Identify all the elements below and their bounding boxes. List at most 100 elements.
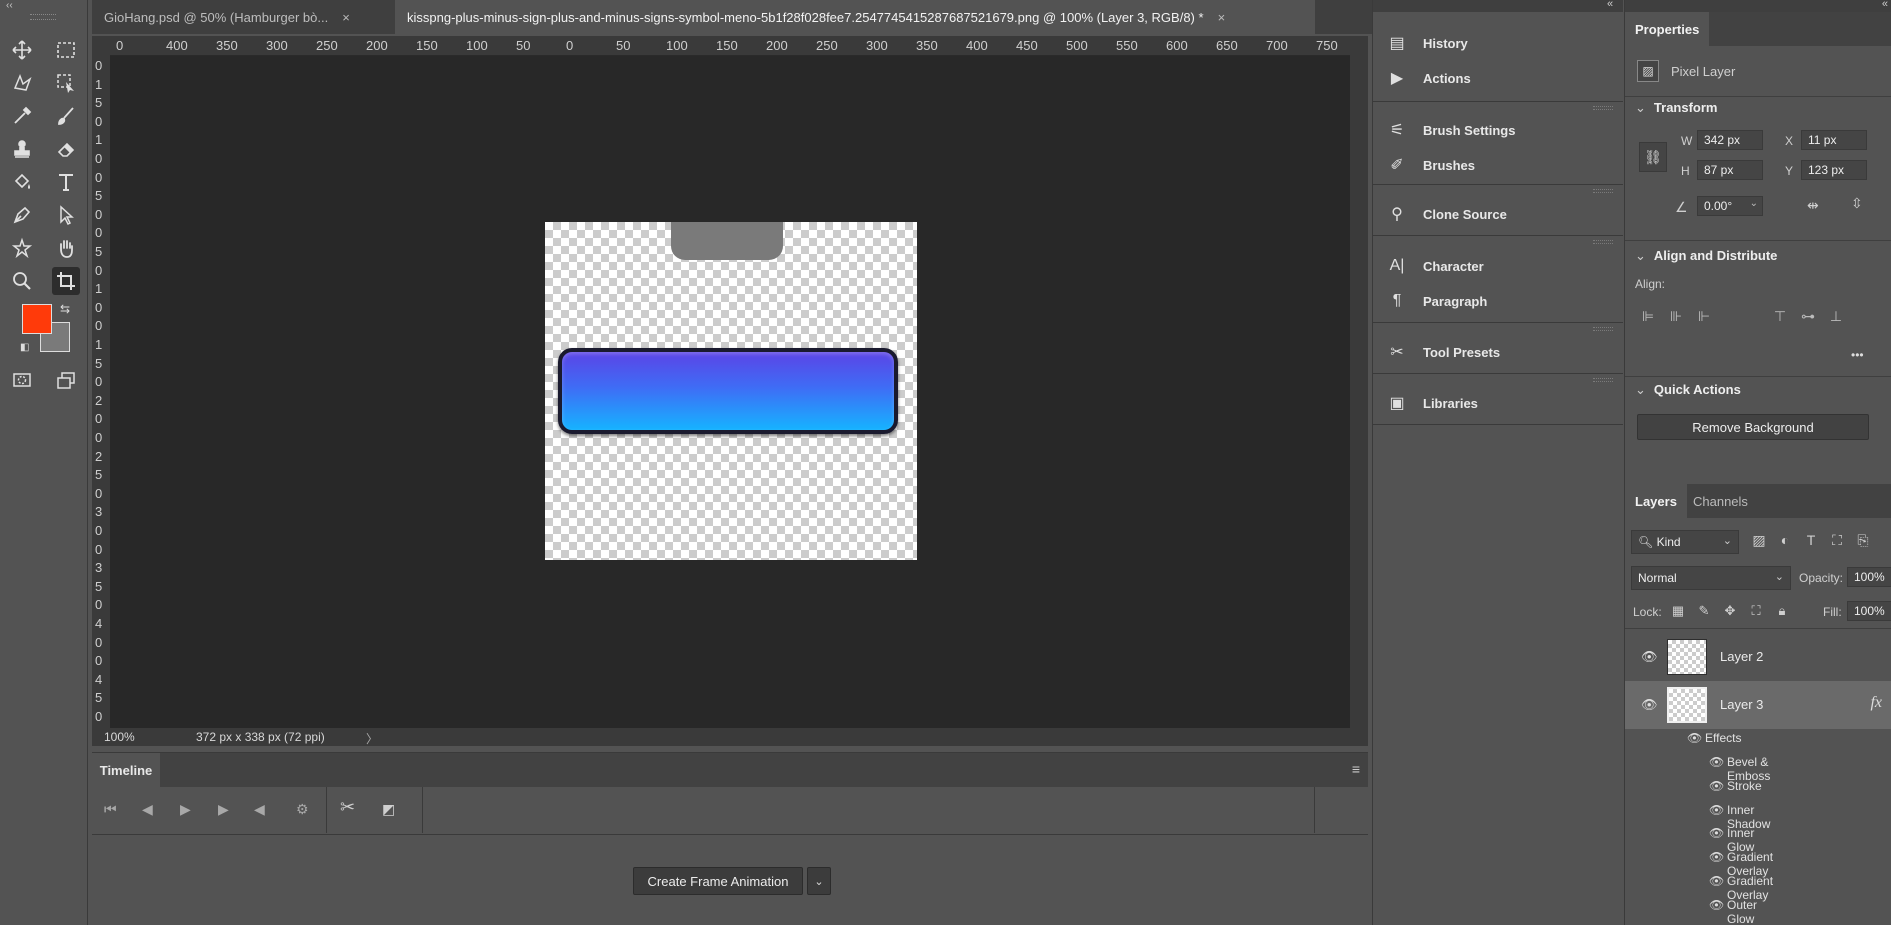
align-right-icon[interactable]: ⊩	[1695, 308, 1713, 326]
y-field[interactable]: 123 px	[1801, 160, 1867, 180]
opacity-field[interactable]: 100%	[1847, 567, 1891, 587]
flip-vertical-icon[interactable]: ⇳	[1851, 195, 1863, 212]
visibility-eye-icon[interactable]: 👁︎	[1709, 874, 1724, 888]
visibility-eye-icon[interactable]: 👁︎	[1709, 826, 1724, 840]
visibility-eye-icon[interactable]: 👁︎	[1709, 803, 1724, 817]
visibility-eye-icon[interactable]: 👁︎	[1641, 697, 1659, 712]
type-tool-icon[interactable]	[52, 168, 80, 196]
close-icon[interactable]: ×	[1218, 10, 1226, 25]
lock-image-icon[interactable]: ✎	[1695, 603, 1713, 621]
pen-tool-icon[interactable]	[8, 201, 36, 229]
clone-stamp-tool-icon[interactable]	[8, 135, 36, 163]
x-field[interactable]: 11 px	[1801, 130, 1867, 150]
quick-mask-icon[interactable]	[8, 366, 36, 394]
create-frame-animation-button[interactable]: Create Frame Animation	[633, 867, 803, 895]
tab-kisspng[interactable]: kisspng-plus-minus-sign-plus-and-minus-s…	[395, 0, 1315, 34]
next-frame-icon[interactable]: ▶︎	[218, 801, 229, 818]
lock-artboard-icon[interactable]: ⛶	[1747, 603, 1765, 621]
status-menu-icon[interactable]: 〉	[366, 730, 378, 747]
dock-item-libraries[interactable]: ▣ Libraries	[1373, 388, 1623, 418]
minus-sign-shape[interactable]	[558, 348, 898, 434]
marquee-tool-icon[interactable]	[52, 36, 80, 64]
move-tool-icon[interactable]	[8, 36, 36, 64]
align-top-icon[interactable]: ⊤	[1771, 308, 1789, 326]
vertical-ruler[interactable]: 0 1 5 0 1 0 0 5 0 0 5 0 1 0 0 1 5 0 2 0 0 2 5 0 3 0 0 3 5 0 4 0 0 4 5 0	[92, 56, 110, 728]
screen-mode-icon[interactable]	[52, 366, 80, 394]
tab-layers[interactable]: Layers	[1625, 484, 1687, 518]
eraser-tool-icon[interactable]	[52, 135, 80, 163]
lock-all-icon[interactable]: 🔒︎	[1773, 603, 1791, 621]
layer-row-layer-3[interactable]: 👁︎ Layer 3 fx	[1625, 681, 1891, 729]
more-icon[interactable]: •••	[1851, 348, 1864, 362]
transition-icon[interactable]: ◩	[382, 801, 395, 818]
filter-adjustment-icon[interactable]: ◐	[1775, 532, 1795, 552]
split-scissors-icon[interactable]: ✂	[340, 797, 355, 818]
default-colors-icon[interactable]: ◧	[20, 342, 29, 353]
layer-2-shape[interactable]	[671, 222, 783, 260]
play-icon[interactable]: ▶︎	[180, 801, 191, 818]
brush-tool-icon[interactable]	[52, 102, 80, 130]
vertical-scrollbar[interactable]	[1350, 36, 1368, 728]
visibility-eye-icon[interactable]: 👁︎	[1709, 755, 1724, 769]
width-field[interactable]: 342 px	[1697, 130, 1763, 150]
quick-actions-title[interactable]: Quick Actions	[1635, 382, 1741, 398]
flip-horizontal-icon[interactable]: ⇹	[1807, 197, 1819, 214]
dock-item-actions[interactable]: ▶ Actions	[1373, 63, 1623, 93]
align-section-title[interactable]: Align and Distribute	[1635, 248, 1778, 264]
align-left-icon[interactable]: ⊫	[1639, 308, 1657, 326]
filter-type-icon[interactable]: T	[1801, 532, 1821, 552]
swap-colors-icon[interactable]: ⇆	[60, 302, 70, 316]
hand-tool-icon[interactable]	[52, 234, 80, 262]
object-selection-tool-icon[interactable]	[52, 69, 80, 97]
audio-icon[interactable]: ◀	[254, 801, 265, 818]
path-selection-tool-icon[interactable]	[52, 201, 80, 229]
chevron-down-icon[interactable]: ⌄	[807, 867, 831, 895]
zoom-level[interactable]: 100%	[104, 730, 135, 744]
dock-item-brush-settings[interactable]: ⚟ Brush Settings	[1373, 115, 1623, 145]
foreground-color-swatch[interactable]	[22, 304, 52, 334]
layer-row-layer-2[interactable]: 👁︎ Layer 2	[1625, 633, 1891, 681]
panel-menu-icon[interactable]: ≡	[1352, 761, 1360, 777]
tab-properties[interactable]: Properties	[1625, 12, 1710, 46]
align-middle-icon[interactable]: ⊶	[1799, 308, 1817, 326]
tab-channels[interactable]: Channels	[1683, 484, 1758, 518]
zoom-tool-icon[interactable]	[8, 267, 36, 295]
document-canvas[interactable]	[545, 222, 917, 560]
dock-item-clone-source[interactable]: ⚲ Clone Source	[1373, 199, 1623, 229]
angle-field[interactable]: 0.00° ⌄	[1697, 196, 1763, 216]
layer-filter-kind[interactable]: 🔍︎ Kind ⌄	[1631, 530, 1739, 554]
filter-smart-object-icon[interactable]: ⎘	[1853, 532, 1873, 552]
remove-background-button[interactable]: Remove Background	[1637, 414, 1869, 440]
link-icon[interactable]: ⛓	[1639, 142, 1667, 172]
horizontal-scrollbar[interactable]	[384, 728, 1368, 746]
lock-transparent-icon[interactable]: ▦	[1669, 603, 1687, 621]
visibility-eye-icon[interactable]: 👁︎	[1709, 850, 1724, 864]
layer-name[interactable]: Layer 2	[1720, 649, 1763, 664]
horizontal-ruler[interactable]: 0 400 350 300 250 200 150 100 50 0 50 100 150 200 250 3…	[110, 36, 1350, 56]
visibility-eye-icon[interactable]: 👁︎	[1709, 898, 1724, 912]
toolbar-grip[interactable]	[30, 14, 56, 20]
height-field[interactable]: 87 px	[1697, 160, 1763, 180]
eyedropper-tool-icon[interactable]	[8, 102, 36, 130]
lock-position-icon[interactable]: ✥	[1721, 603, 1739, 621]
settings-gear-icon[interactable]: ⚙	[296, 801, 309, 818]
tab-timeline[interactable]: Timeline	[92, 753, 160, 787]
align-bottom-icon[interactable]: ⊥	[1827, 308, 1845, 326]
dock-item-paragraph[interactable]: ¶ Paragraph	[1373, 286, 1623, 316]
dock-item-brushes[interactable]: ✐ Brushes	[1373, 150, 1623, 180]
fx-icon[interactable]: fx	[1870, 694, 1882, 712]
filter-pixel-icon[interactable]: ▨	[1749, 532, 1769, 552]
visibility-eye-icon[interactable]: 👁︎	[1709, 779, 1724, 793]
dock-item-character[interactable]: A| Character	[1373, 251, 1623, 281]
visibility-eye-icon[interactable]: 👁︎	[1687, 731, 1702, 745]
dock-item-tool-presets[interactable]: ✂ Tool Presets	[1373, 337, 1623, 367]
transform-section-title[interactable]: Transform	[1635, 100, 1718, 116]
fill-field[interactable]: 100%	[1847, 601, 1891, 621]
first-frame-icon[interactable]: ⏮	[104, 801, 117, 818]
visibility-eye-icon[interactable]: 👁︎	[1641, 649, 1659, 664]
paint-bucket-tool-icon[interactable]	[8, 168, 36, 196]
blend-mode-select[interactable]: Normal ⌄	[1631, 566, 1791, 590]
collapse-icon[interactable]: «	[1607, 0, 1613, 10]
tab-giohang[interactable]: GioHang.psd @ 50% (Hamburger bò... ×	[92, 0, 392, 34]
crop-tool-icon[interactable]	[52, 267, 80, 295]
